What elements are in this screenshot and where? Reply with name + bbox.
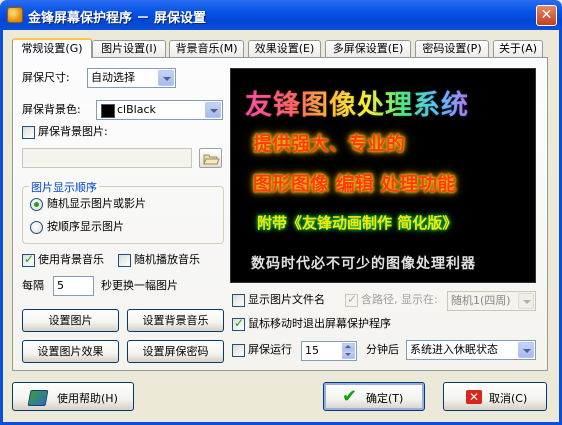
window-title: 金锋屏幕保护程序 － 屏保设置 <box>28 11 207 26</box>
interval-prefix: 每隔 <box>22 279 44 292</box>
size-select-value: 自动选择 <box>91 71 135 84</box>
order-random-radio[interactable] <box>30 198 43 211</box>
random-music-label: 随机播放音乐 <box>134 253 200 266</box>
after-action-value: 系统进入休眠状态 <box>410 343 498 356</box>
set-background-music-button[interactable]: 设置背景音乐 <box>127 309 224 332</box>
interval-suffix: 秒更换一幅图片 <box>101 279 178 292</box>
tab-multi-screensaver[interactable]: 多屏保设置(E) <box>325 40 411 57</box>
filename-position-select[interactable]: 随机1(四周) <box>447 291 536 311</box>
help-button-label: 使用帮助(H) <box>57 392 118 405</box>
set-image-button[interactable]: 设置图片 <box>22 309 119 332</box>
ok-button[interactable]: ✔ 确定(T) <box>323 382 425 411</box>
chevron-down-icon[interactable] <box>205 102 221 118</box>
use-music-label: 使用背景音乐 <box>38 253 104 266</box>
folder-open-icon <box>203 154 220 165</box>
tab-image[interactable]: 图片设置(I) <box>92 40 166 57</box>
ok-button-label: 确定(T) <box>366 392 404 405</box>
bgcolor-label: 屏保背景色: <box>22 103 81 116</box>
screensaver-preview: 友锋图像处理系统 提供强大、专业的 图形图像 编辑 处理功能 附带《友锋动画制作… <box>230 68 536 283</box>
cancel-x-icon: ✕ <box>466 390 482 404</box>
chevron-down-icon[interactable] <box>158 70 174 86</box>
bgimage-path-input[interactable] <box>22 148 192 168</box>
chevron-down-icon[interactable] <box>518 342 534 358</box>
cancel-button-label: 取消(C) <box>489 392 528 405</box>
run-minutes-spinner[interactable]: 15 <box>301 341 357 361</box>
with-path-label: 含路径, 显示在: <box>361 293 438 306</box>
order-sequential-label: 按顺序显示图片 <box>47 220 124 233</box>
after-minutes-label: 分钟后 <box>366 343 399 356</box>
preview-line-5: 数码时代必不可少的图像处理利器 <box>251 256 476 272</box>
set-password-button[interactable]: 设置屏保密码 <box>127 340 224 363</box>
bgcolor-select[interactable]: clBlack <box>96 100 223 120</box>
show-filename-checkbox[interactable] <box>232 294 245 307</box>
chevron-down-icon[interactable] <box>518 293 534 309</box>
exit-on-mouse-checkbox[interactable] <box>232 316 245 331</box>
window-frame-left <box>0 30 3 425</box>
app-icon <box>7 7 23 23</box>
help-book-icon <box>27 390 49 406</box>
browse-button[interactable] <box>199 148 222 168</box>
size-label: 屏保尺寸: <box>22 71 70 84</box>
order-sequential-radio[interactable] <box>30 221 43 234</box>
close-icon[interactable]: ✕ <box>536 5 557 26</box>
checkmark-icon: ✔ <box>342 386 358 407</box>
order-random-label: 随机显示图片或影片 <box>47 197 146 210</box>
size-select[interactable]: 自动选择 <box>87 68 176 88</box>
tab-effects[interactable]: 效果设置(E) <box>248 40 321 57</box>
bgimage-label: 屏保背景图片: <box>38 125 108 138</box>
color-swatch <box>101 104 115 118</box>
display-order-group: 图片显示顺序 <box>22 179 224 244</box>
interval-input[interactable]: 5 <box>53 276 94 296</box>
spin-up-icon[interactable] <box>342 343 355 351</box>
filename-position-value: 随机1(四周) <box>451 294 511 307</box>
preview-line-3: 图形图像 编辑 处理功能 <box>253 173 457 195</box>
tab-music[interactable]: 背景音乐(M) <box>169 40 244 57</box>
bgimage-checkbox[interactable] <box>22 126 35 139</box>
exit-on-mouse-label: 鼠标移动时退出屏幕保护程序 <box>248 317 391 330</box>
random-music-checkbox[interactable] <box>118 254 131 267</box>
after-action-select[interactable]: 系统进入休眠状态 <box>406 340 536 360</box>
use-music-checkbox[interactable] <box>22 252 35 267</box>
bgcolor-select-value: clBlack <box>117 103 156 116</box>
spin-down-icon[interactable] <box>342 351 355 359</box>
cancel-button[interactable]: ✕ 取消(C) <box>443 382 547 411</box>
run-minutes-value: 15 <box>305 344 319 357</box>
display-order-title: 图片显示顺序 <box>29 179 99 195</box>
run-checkbox[interactable] <box>232 344 245 357</box>
help-button[interactable]: 使用帮助(H) <box>12 382 134 411</box>
preview-line-4: 附带《友锋动画制作 简化版》 <box>257 214 458 232</box>
tab-general[interactable]: 常规设置(G) <box>12 38 92 58</box>
set-image-effect-button[interactable]: 设置图片效果 <box>22 340 119 363</box>
with-path-checkbox[interactable] <box>345 292 358 307</box>
show-filename-label: 显示图片文件名 <box>248 293 325 306</box>
title-bar: 金锋屏幕保护程序 － 屏保设置 ✕ <box>0 0 562 30</box>
preview-title: 友锋图像处理系统 <box>245 83 469 122</box>
run-label: 屏保运行 <box>248 343 292 356</box>
tab-password[interactable]: 密码设置(P) <box>415 40 489 57</box>
preview-line-2: 提供强大、专业的 <box>253 133 406 155</box>
tab-about[interactable]: 关于(A) <box>493 40 543 57</box>
